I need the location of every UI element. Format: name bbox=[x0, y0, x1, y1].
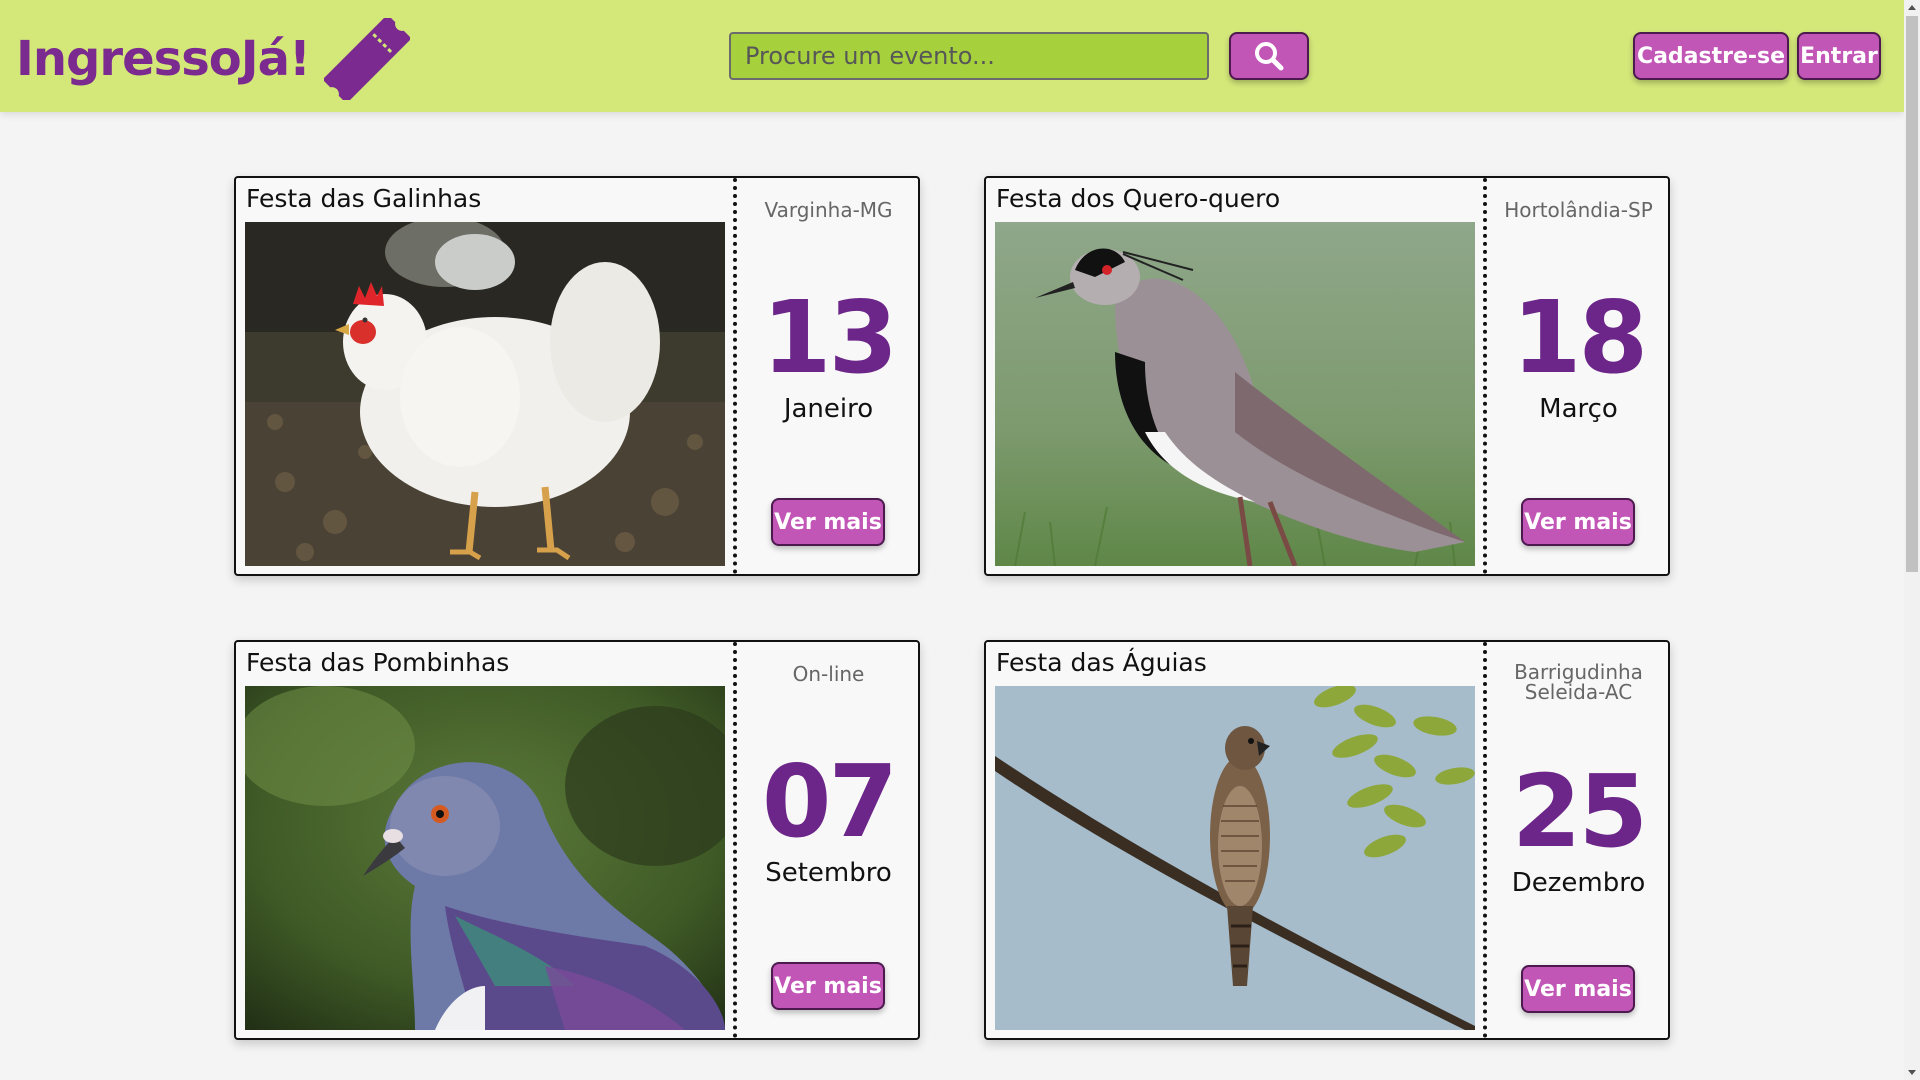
event-card-main: Festa dos Quero-quero bbox=[986, 178, 1482, 574]
event-day: 13 bbox=[761, 279, 898, 396]
event-card: Festa das Galinhas Varginha-MG 13 Janeir… bbox=[234, 176, 920, 576]
event-title: Festa dos Quero-quero bbox=[996, 184, 1281, 213]
search-button[interactable] bbox=[1229, 32, 1309, 80]
event-image bbox=[245, 222, 725, 566]
event-location-line2: Seleida-AC bbox=[1524, 680, 1633, 704]
southern-lapwing-photo bbox=[995, 222, 1475, 566]
event-card: Festa das Pombinhas On-line 07 Setembro … bbox=[234, 640, 920, 1040]
search-input[interactable] bbox=[729, 32, 1209, 80]
event-title: Festa das Pombinhas bbox=[246, 648, 510, 677]
event-image bbox=[245, 686, 725, 1030]
pigeon-photo bbox=[245, 686, 725, 1030]
event-title: Festa das Galinhas bbox=[246, 184, 482, 213]
hawk-on-branch-photo bbox=[995, 686, 1475, 1030]
ver-mais-button[interactable]: Ver mais bbox=[771, 498, 885, 546]
event-card-side: Varginha-MG 13 Janeiro Ver mais bbox=[737, 178, 918, 574]
scrollbar-thumb[interactable] bbox=[1906, 16, 1918, 572]
event-title: Festa das Águias bbox=[996, 648, 1207, 677]
signup-button[interactable]: Cadastre-se bbox=[1633, 32, 1789, 80]
event-image bbox=[995, 222, 1475, 566]
event-card-side: Hortolândia-SP 18 Março Ver mais bbox=[1487, 178, 1668, 574]
magnifier-icon bbox=[1255, 42, 1284, 71]
event-card-side: Barrigudinha Seleida-AC 25 Dezembro Ver … bbox=[1487, 642, 1668, 1038]
top-header: IngressoJá! Cadastre-se Entrar bbox=[0, 0, 1904, 112]
event-day: 07 bbox=[761, 743, 898, 860]
logo-text: IngressoJá! bbox=[16, 31, 311, 87]
event-image bbox=[995, 686, 1475, 1030]
login-button[interactable]: Entrar bbox=[1797, 32, 1881, 80]
event-day: 18 bbox=[1511, 279, 1648, 396]
event-card: Festa das Águias Barrigudinha Seleida-AC… bbox=[984, 640, 1670, 1040]
event-month: Setembro bbox=[765, 858, 892, 888]
event-card-side: On-line 07 Setembro Ver mais bbox=[737, 642, 918, 1038]
ticket-icon bbox=[323, 18, 410, 100]
event-card-main: Festa das Águias bbox=[986, 642, 1482, 1038]
event-card-main: Festa das Galinhas bbox=[236, 178, 732, 574]
ver-mais-button[interactable]: Ver mais bbox=[1521, 965, 1635, 1013]
ver-mais-button[interactable]: Ver mais bbox=[771, 962, 885, 1010]
ver-mais-button[interactable]: Ver mais bbox=[1521, 498, 1635, 546]
event-location: Hortolândia-SP bbox=[1504, 198, 1653, 222]
event-month: Janeiro bbox=[783, 394, 874, 424]
white-hen-photo bbox=[245, 222, 725, 566]
event-card-main: Festa das Pombinhas bbox=[236, 642, 732, 1038]
scroll-up-arrow-icon[interactable] bbox=[1908, 5, 1916, 10]
event-location-line1: Barrigudinha bbox=[1514, 660, 1643, 684]
event-location: On-line bbox=[792, 662, 865, 686]
event-location: Varginha-MG bbox=[764, 198, 893, 222]
logo[interactable]: IngressoJá! bbox=[16, 18, 410, 100]
scroll-down-arrow-icon[interactable] bbox=[1908, 1070, 1916, 1075]
event-month: Março bbox=[1539, 394, 1618, 424]
event-card: Festa dos Quero-quero Hortolândia-SP 18 … bbox=[984, 176, 1670, 576]
event-location: Barrigudinha Seleida-AC bbox=[1487, 660, 1668, 704]
event-day: 25 bbox=[1511, 753, 1648, 870]
event-month: Dezembro bbox=[1511, 868, 1646, 898]
vertical-scrollbar[interactable] bbox=[1904, 0, 1920, 1080]
